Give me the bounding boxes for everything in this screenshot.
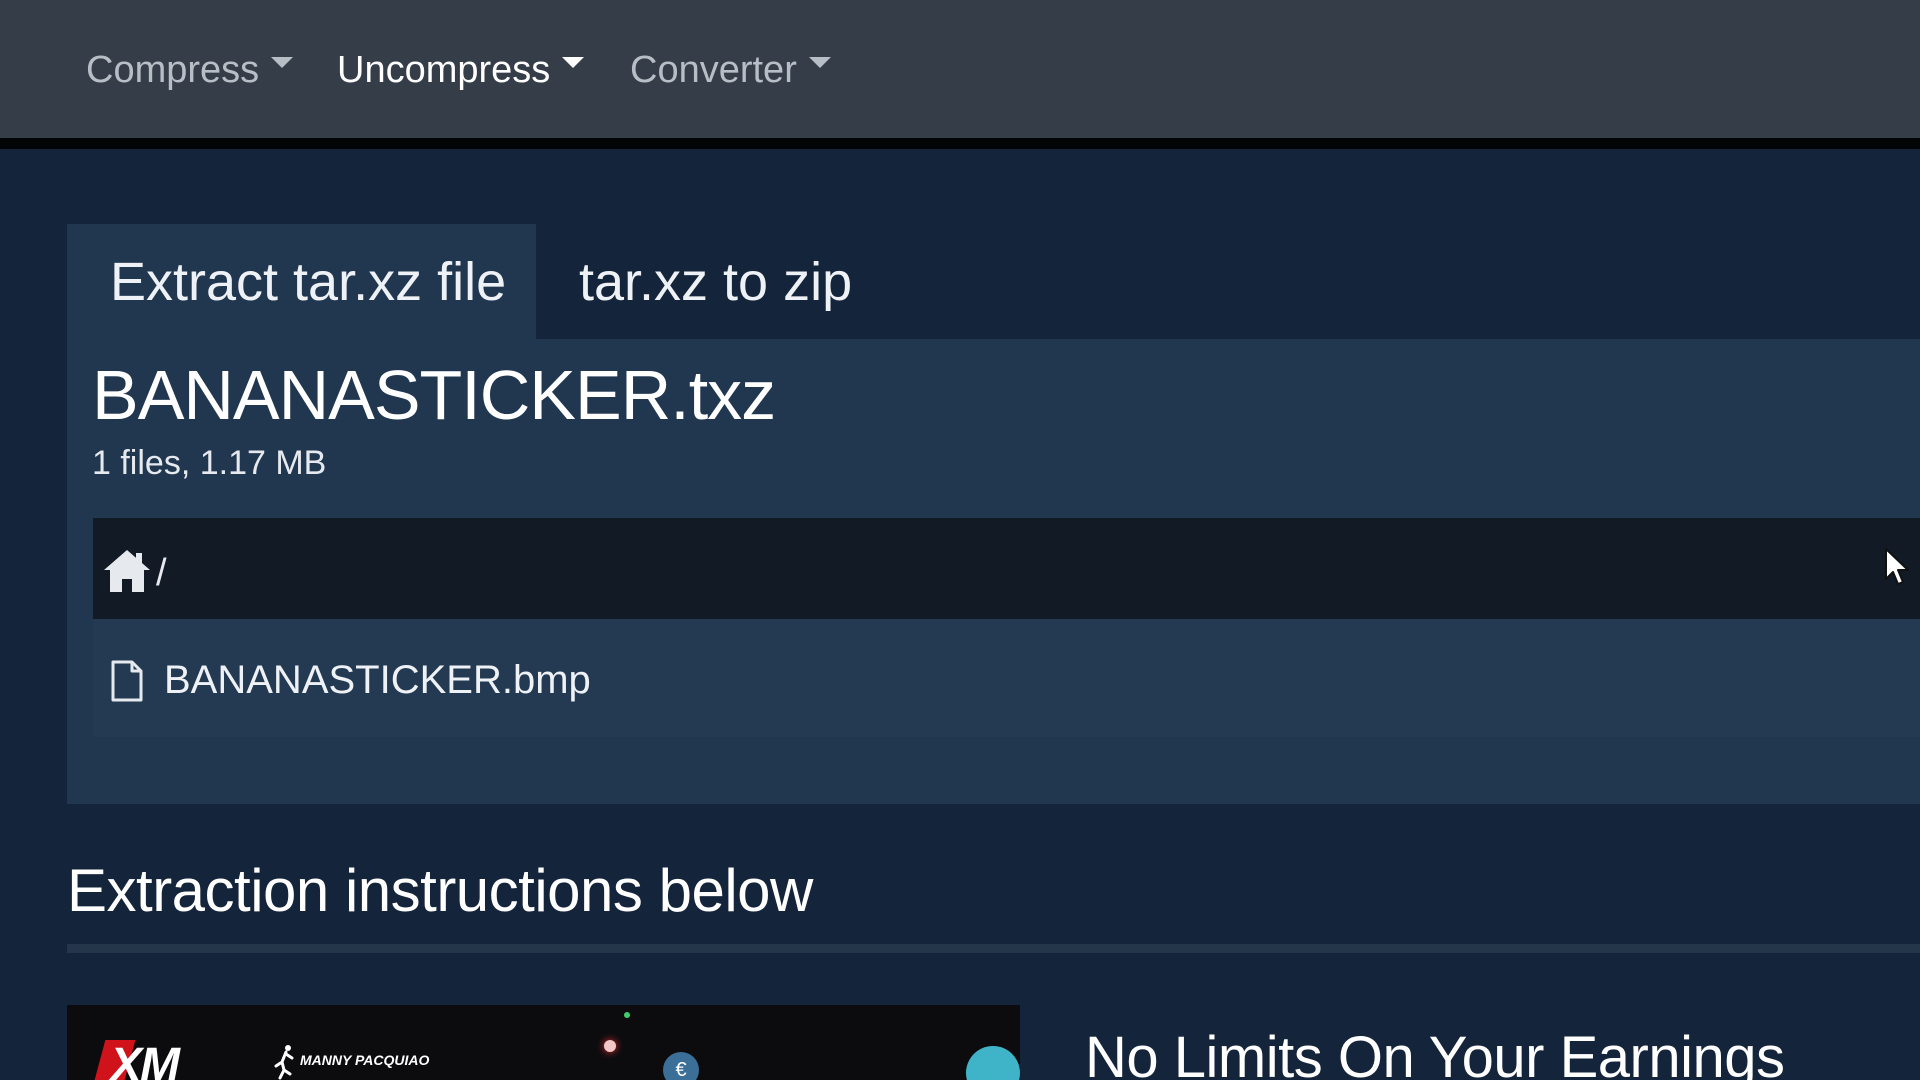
section-divider xyxy=(67,944,1920,953)
tab-extract-label: Extract tar.xz file xyxy=(110,252,507,312)
nav-uncompress-label: Uncompress xyxy=(337,48,551,91)
nav-compress-label: Compress xyxy=(86,48,260,91)
ad-green-dot xyxy=(624,1012,630,1018)
ad-banner-image[interactable] xyxy=(67,1005,1020,1080)
chevron-down-icon xyxy=(562,56,585,68)
ad-glow-dot xyxy=(604,1040,616,1052)
nav-converter-label: Converter xyxy=(630,48,797,91)
nav-compress-dropdown[interactable]: Compress xyxy=(86,44,294,96)
ad-sub-label: MANNY PACQUIAO xyxy=(300,1052,430,1068)
path-text: / xyxy=(156,552,167,594)
mouse-cursor-icon xyxy=(1885,548,1909,585)
runner-icon xyxy=(274,1045,294,1080)
tab-extract-tar-xz[interactable]: Extract tar.xz file xyxy=(67,224,536,340)
navbar-border xyxy=(0,138,1920,149)
ad-headline[interactable]: No Limits On Your Earnings xyxy=(1085,1024,1785,1080)
file-icon xyxy=(111,660,143,702)
tab-tar-xz-to-zip[interactable]: tar.xz to zip xyxy=(579,224,852,340)
archive-filename: BANANASTICKER.txz xyxy=(92,356,776,434)
tab-to-zip-label: tar.xz to zip xyxy=(579,252,853,312)
chevron-down-icon xyxy=(271,56,294,68)
home-icon[interactable] xyxy=(102,548,152,594)
euro-icon: € xyxy=(663,1052,699,1080)
path-breadcrumb-bar xyxy=(93,518,1920,619)
archive-meta: 1 files, 1.17 MB xyxy=(92,444,327,482)
ad-logo: XM xyxy=(110,1039,180,1080)
chevron-down-icon xyxy=(808,56,831,68)
nav-converter-dropdown[interactable]: Converter xyxy=(630,44,831,96)
file-name[interactable]: BANANASTICKER.bmp xyxy=(164,658,591,703)
instructions-heading: Extraction instructions below xyxy=(67,857,813,924)
nav-uncompress-dropdown[interactable]: Uncompress xyxy=(337,44,585,96)
